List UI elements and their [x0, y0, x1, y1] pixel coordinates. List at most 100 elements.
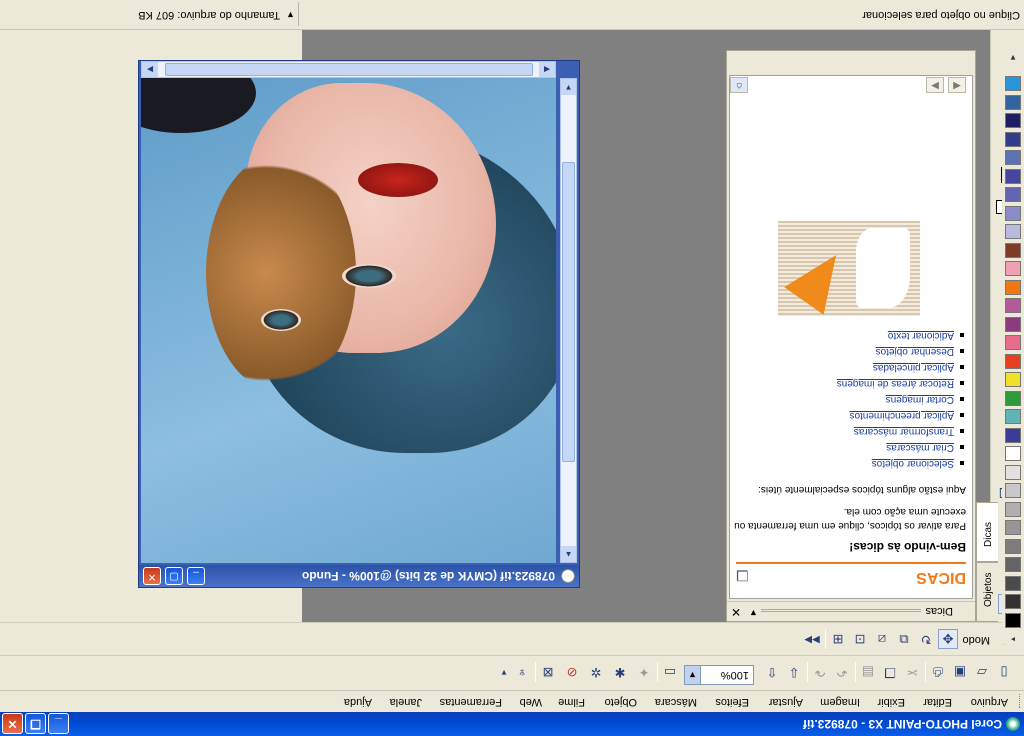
- document-minimize-button[interactable]: _: [187, 567, 205, 585]
- palette-swatch[interactable]: [1005, 113, 1021, 129]
- paste-icon[interactable]: ▤: [858, 662, 878, 682]
- document-close-button[interactable]: ✕: [143, 567, 161, 585]
- vertical-scrollbar[interactable]: ▲ ▼: [560, 78, 577, 563]
- menu-filme[interactable]: Filme: [558, 696, 585, 708]
- palette-swatch[interactable]: [1005, 335, 1021, 351]
- skew-icon[interactable]: ⧄: [872, 629, 892, 649]
- menu-janela[interactable]: Janela: [390, 696, 422, 708]
- vertical-scroll-thumb[interactable]: [562, 162, 575, 462]
- menu-arquivo[interactable]: Arquivo: [971, 696, 1008, 708]
- menu-objeto[interactable]: Objeto: [605, 696, 637, 708]
- palette-swatch[interactable]: [1005, 76, 1021, 92]
- scroll-left-arrow[interactable]: ◀: [539, 62, 555, 77]
- tab-dicas[interactable]: Dicas: [976, 502, 998, 562]
- horizontal-scroll-thumb[interactable]: [165, 63, 533, 76]
- menu-ferramentas[interactable]: Ferramentas: [440, 696, 502, 708]
- rotate-icon[interactable]: ↻: [916, 629, 936, 649]
- palette-swatch[interactable]: [1005, 613, 1021, 628]
- close-button[interactable]: ✕: [2, 713, 23, 734]
- palette-swatch[interactable]: [1005, 502, 1021, 517]
- chevron-down-icon[interactable]: ▼: [494, 662, 514, 682]
- palette-swatch[interactable]: [1005, 280, 1021, 295]
- palette-swatch[interactable]: [1005, 224, 1021, 240]
- palette-swatch[interactable]: [1005, 187, 1021, 203]
- palette-swatch[interactable]: [1005, 520, 1021, 536]
- palette-swatch[interactable]: [1005, 261, 1021, 277]
- tips-topic-link[interactable]: Criar máscaras: [736, 439, 966, 455]
- tips-topic-link[interactable]: Desenhar objetos: [736, 343, 966, 359]
- menu-mascara[interactable]: Máscara: [655, 696, 697, 708]
- tips-topic-link[interactable]: Retocar áreas de imagens: [736, 375, 966, 391]
- tips-topic-link[interactable]: Adicionar texto: [736, 327, 966, 343]
- palette-swatch[interactable]: [1005, 557, 1021, 573]
- docker-close-icon[interactable]: ✕: [731, 605, 741, 619]
- tips-topic-link[interactable]: Aplicar pinceladas: [736, 359, 966, 375]
- full-screen-icon[interactable]: ▭: [660, 662, 680, 682]
- object-icon[interactable]: ⊘: [562, 662, 582, 682]
- chevron-down-icon[interactable]: ▼: [685, 666, 701, 684]
- docker-menu-icon[interactable]: ▼: [749, 608, 758, 618]
- palette-swatch[interactable]: [1005, 446, 1021, 462]
- new-icon[interactable]: ▯: [994, 662, 1014, 682]
- menu-efeitos[interactable]: Efeitos: [715, 696, 749, 708]
- document-title-bar[interactable]: 078923.tif (CMYK de 32 bits) @100% - Fun…: [139, 565, 579, 587]
- palette-swatch[interactable]: [1005, 483, 1021, 499]
- undo-icon[interactable]: ↶: [832, 662, 852, 682]
- menu-imagem[interactable]: Imagem: [820, 696, 860, 708]
- palette-swatch[interactable]: [1005, 298, 1021, 314]
- move-icon[interactable]: ✥: [938, 629, 958, 649]
- menu-web[interactable]: Web: [520, 696, 542, 708]
- minimize-button[interactable]: _: [48, 713, 69, 734]
- palette-swatch[interactable]: [1005, 317, 1021, 332]
- title-bar[interactable]: Corel PHOTO-PAINT X3 - 078923.tif _ ❐ ✕: [0, 712, 1024, 736]
- print-icon[interactable]: ⎙: [928, 662, 948, 682]
- scroll-up-arrow[interactable]: ▲: [561, 546, 576, 562]
- palette-swatch[interactable]: [1005, 206, 1021, 221]
- corel-app-icon[interactable]: [1006, 717, 1020, 731]
- copy-icon[interactable]: ❐: [880, 662, 900, 682]
- import-icon[interactable]: ⇩: [784, 662, 804, 682]
- more-options-icon[interactable]: ▶▶: [802, 629, 822, 649]
- palette-swatch[interactable]: [1005, 391, 1021, 406]
- docker-grip[interactable]: [761, 609, 921, 612]
- tips-forward-icon[interactable]: ▶: [926, 77, 944, 93]
- palette-swatch[interactable]: [1005, 409, 1021, 425]
- open-icon[interactable]: ▱: [972, 662, 992, 682]
- brush-icon[interactable]: ⊠: [538, 662, 558, 682]
- scale-icon[interactable]: ⧉: [894, 629, 914, 649]
- palette-swatch[interactable]: [1005, 354, 1021, 369]
- tips-topic-link[interactable]: Cortar imagens: [736, 391, 966, 407]
- menu-ajustar[interactable]: Ajustar: [769, 696, 803, 708]
- palette-swatch[interactable]: [1005, 169, 1021, 184]
- docker-header[interactable]: Dicas ▼ ✕: [727, 601, 975, 621]
- perspective-icon[interactable]: ⊞: [828, 629, 848, 649]
- palette-swatch[interactable]: [1005, 576, 1021, 591]
- document-maximize-button[interactable]: ▢: [165, 567, 183, 585]
- tips-back-icon[interactable]: ◀: [948, 77, 966, 93]
- palette-swatch[interactable]: [1005, 95, 1021, 110]
- tab-objetos[interactable]: Objetos: [976, 562, 998, 622]
- cut-icon[interactable]: ✂: [902, 662, 922, 682]
- tips-topic-link[interactable]: Aplicar preenchimentos: [736, 407, 966, 423]
- palette-swatch[interactable]: [1005, 150, 1021, 166]
- tips-home-icon[interactable]: ⌂: [730, 77, 748, 93]
- zoom-level-select[interactable]: 100% ▼: [684, 665, 754, 685]
- tips-topic-link[interactable]: Selecionar objetos: [736, 455, 966, 471]
- distort-icon[interactable]: ⊡: [850, 629, 870, 649]
- restore-button[interactable]: ❐: [25, 713, 46, 734]
- scroll-down-arrow[interactable]: ▼: [561, 79, 576, 95]
- menu-grip[interactable]: [1017, 694, 1020, 708]
- menu-editar[interactable]: Editar: [923, 696, 952, 708]
- palette-swatch[interactable]: [1005, 465, 1021, 480]
- palette-swatch[interactable]: [1005, 428, 1021, 443]
- palette-swatch[interactable]: [1005, 372, 1021, 388]
- status-toggle-icon[interactable]: ▼: [286, 10, 295, 20]
- palette-swatch[interactable]: [1005, 243, 1021, 258]
- document-image[interactable]: [141, 78, 556, 563]
- scroll-right-arrow[interactable]: ▶: [142, 62, 158, 77]
- palette-options-icon[interactable]: ▸: [1005, 632, 1021, 644]
- mask-icon[interactable]: ✲: [586, 662, 606, 682]
- corel-icon[interactable]: ✦: [634, 662, 654, 682]
- palette-swatch[interactable]: [1005, 132, 1021, 147]
- export-icon[interactable]: ⇧: [762, 662, 782, 682]
